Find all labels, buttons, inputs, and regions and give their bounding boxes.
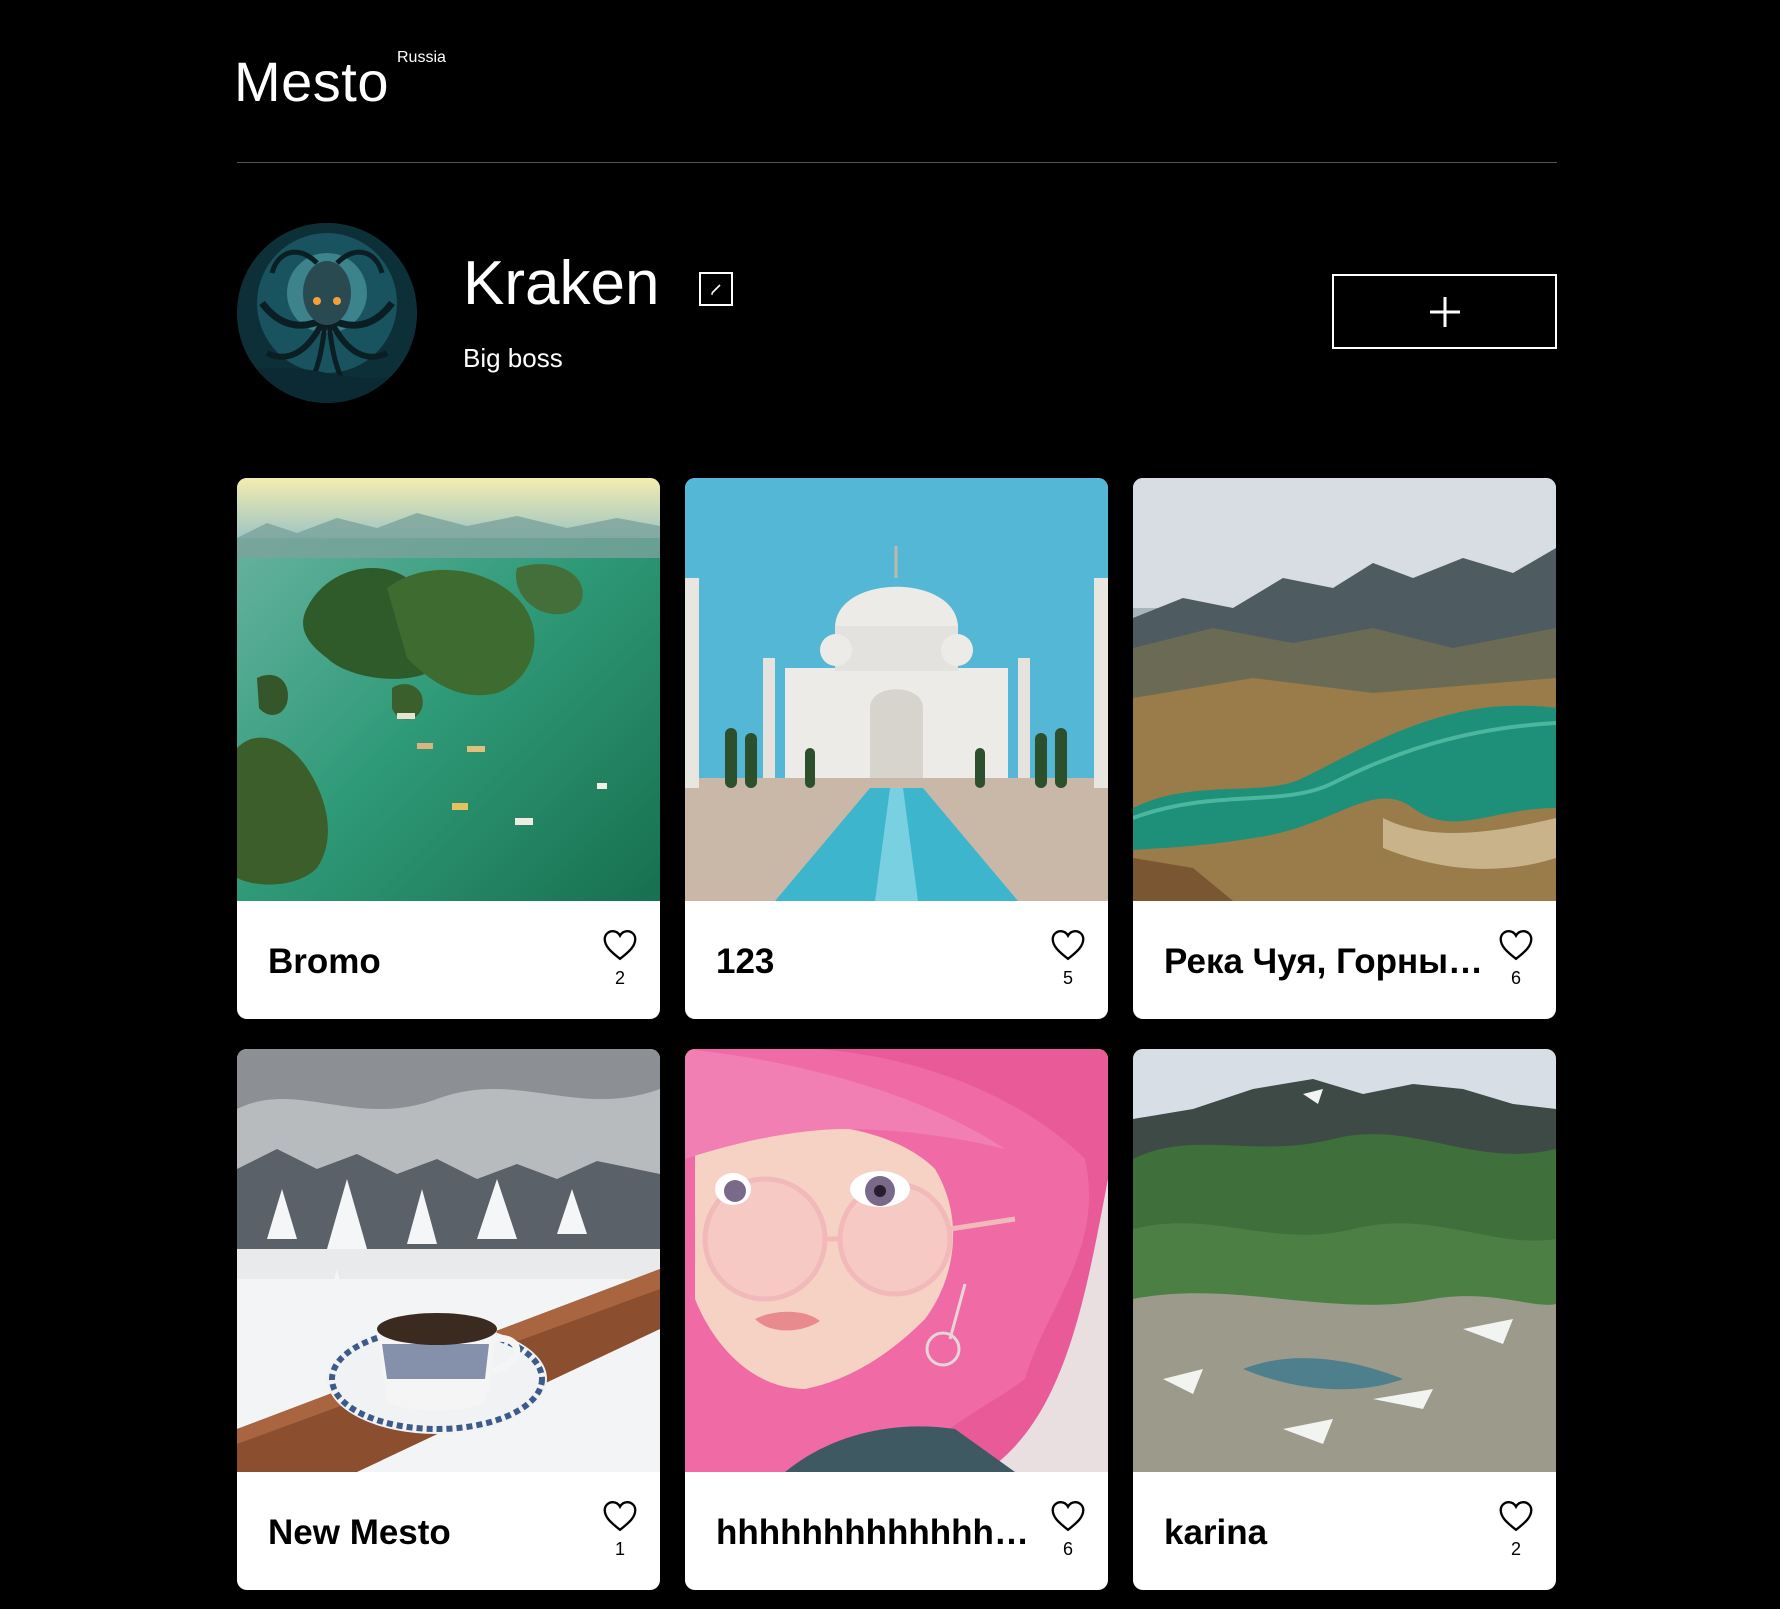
like-group: 5 <box>1048 929 1088 988</box>
card-footer: Bromo 2 <box>237 901 660 1019</box>
like-count: 5 <box>1062 968 1073 988</box>
card-image[interactable] <box>1133 478 1556 901</box>
heart-icon[interactable] <box>1050 929 1086 961</box>
heart-icon[interactable] <box>602 929 638 961</box>
card-footer: New Mesto 1 <box>237 1472 660 1590</box>
like-count: 6 <box>1062 1539 1073 1559</box>
card-footer: 123 5 <box>685 901 1108 1019</box>
like-group: 1 <box>600 1500 640 1559</box>
winter-coffee-image <box>237 1049 660 1472</box>
page: Mesto Russia Kraken Big boss Bromo 2 123… <box>234 0 1557 1590</box>
cards-grid: Bromo 2 123 5 Река Чуя, Горный 6 New Mes… <box>237 478 1557 1590</box>
profile: Kraken Big boss <box>237 223 1557 403</box>
logo-region: Russia <box>397 49 446 66</box>
profile-name: Kraken <box>463 249 660 318</box>
card: 123 5 <box>685 478 1108 1019</box>
profile-about: Big boss <box>463 343 563 373</box>
like-count: 2 <box>614 968 625 988</box>
card-image[interactable] <box>1133 1049 1556 1472</box>
avatar[interactable] <box>237 223 417 403</box>
plus-icon <box>1429 296 1460 327</box>
card-footer: Река Чуя, Горный Алтай 6 <box>1133 901 1556 1019</box>
card-title: karina <box>1164 1513 1268 1552</box>
card-image[interactable] <box>237 478 660 901</box>
card: Bromo 2 <box>237 478 660 1019</box>
add-card-button[interactable] <box>1332 274 1557 349</box>
green-mountains-image <box>1133 1049 1556 1472</box>
card: karina 2 <box>1133 1049 1556 1590</box>
taj-mahal-image <box>685 478 1108 901</box>
card-image[interactable] <box>685 478 1108 901</box>
pencil-icon <box>711 284 721 295</box>
like-count: 1 <box>614 1539 625 1559</box>
edit-profile-button[interactable] <box>699 272 733 306</box>
like-count: 6 <box>1510 968 1521 988</box>
card: New Mesto 1 <box>237 1049 660 1590</box>
heart-icon[interactable] <box>602 1500 638 1532</box>
card-image[interactable] <box>685 1049 1108 1472</box>
like-group: 6 <box>1496 929 1536 988</box>
card: hhhhhhhhhhhhhhhhhh 6 <box>685 1049 1108 1590</box>
heart-icon[interactable] <box>1050 1500 1086 1532</box>
halong-bay-image <box>237 478 660 901</box>
mountain-river-image <box>1133 478 1556 901</box>
like-group: 2 <box>600 929 640 988</box>
kraken-avatar-image <box>237 223 417 403</box>
card-footer: hhhhhhhhhhhhhhhhhh 6 <box>685 1472 1108 1590</box>
card-title: hhhhhhhhhhhhhhhhhh <box>716 1513 1036 1552</box>
card-title: Река Чуя, Горный Алтай <box>1164 942 1484 981</box>
card: Река Чуя, Горный Алтай 6 <box>1133 478 1556 1019</box>
card-title: New Mesto <box>268 1513 451 1552</box>
card-footer: karina 2 <box>1133 1472 1556 1590</box>
like-count: 2 <box>1510 1539 1521 1559</box>
card-image[interactable] <box>237 1049 660 1472</box>
heart-icon[interactable] <box>1498 1500 1534 1532</box>
like-group: 6 <box>1048 1500 1088 1559</box>
heart-icon[interactable] <box>1498 929 1534 961</box>
header: Mesto Russia <box>234 0 1557 163</box>
card-title: 123 <box>716 942 775 981</box>
like-group: 2 <box>1496 1500 1536 1559</box>
pink-hair-girl-image <box>685 1049 1108 1472</box>
card-title: Bromo <box>268 942 381 981</box>
logo[interactable]: Mesto <box>234 50 389 114</box>
